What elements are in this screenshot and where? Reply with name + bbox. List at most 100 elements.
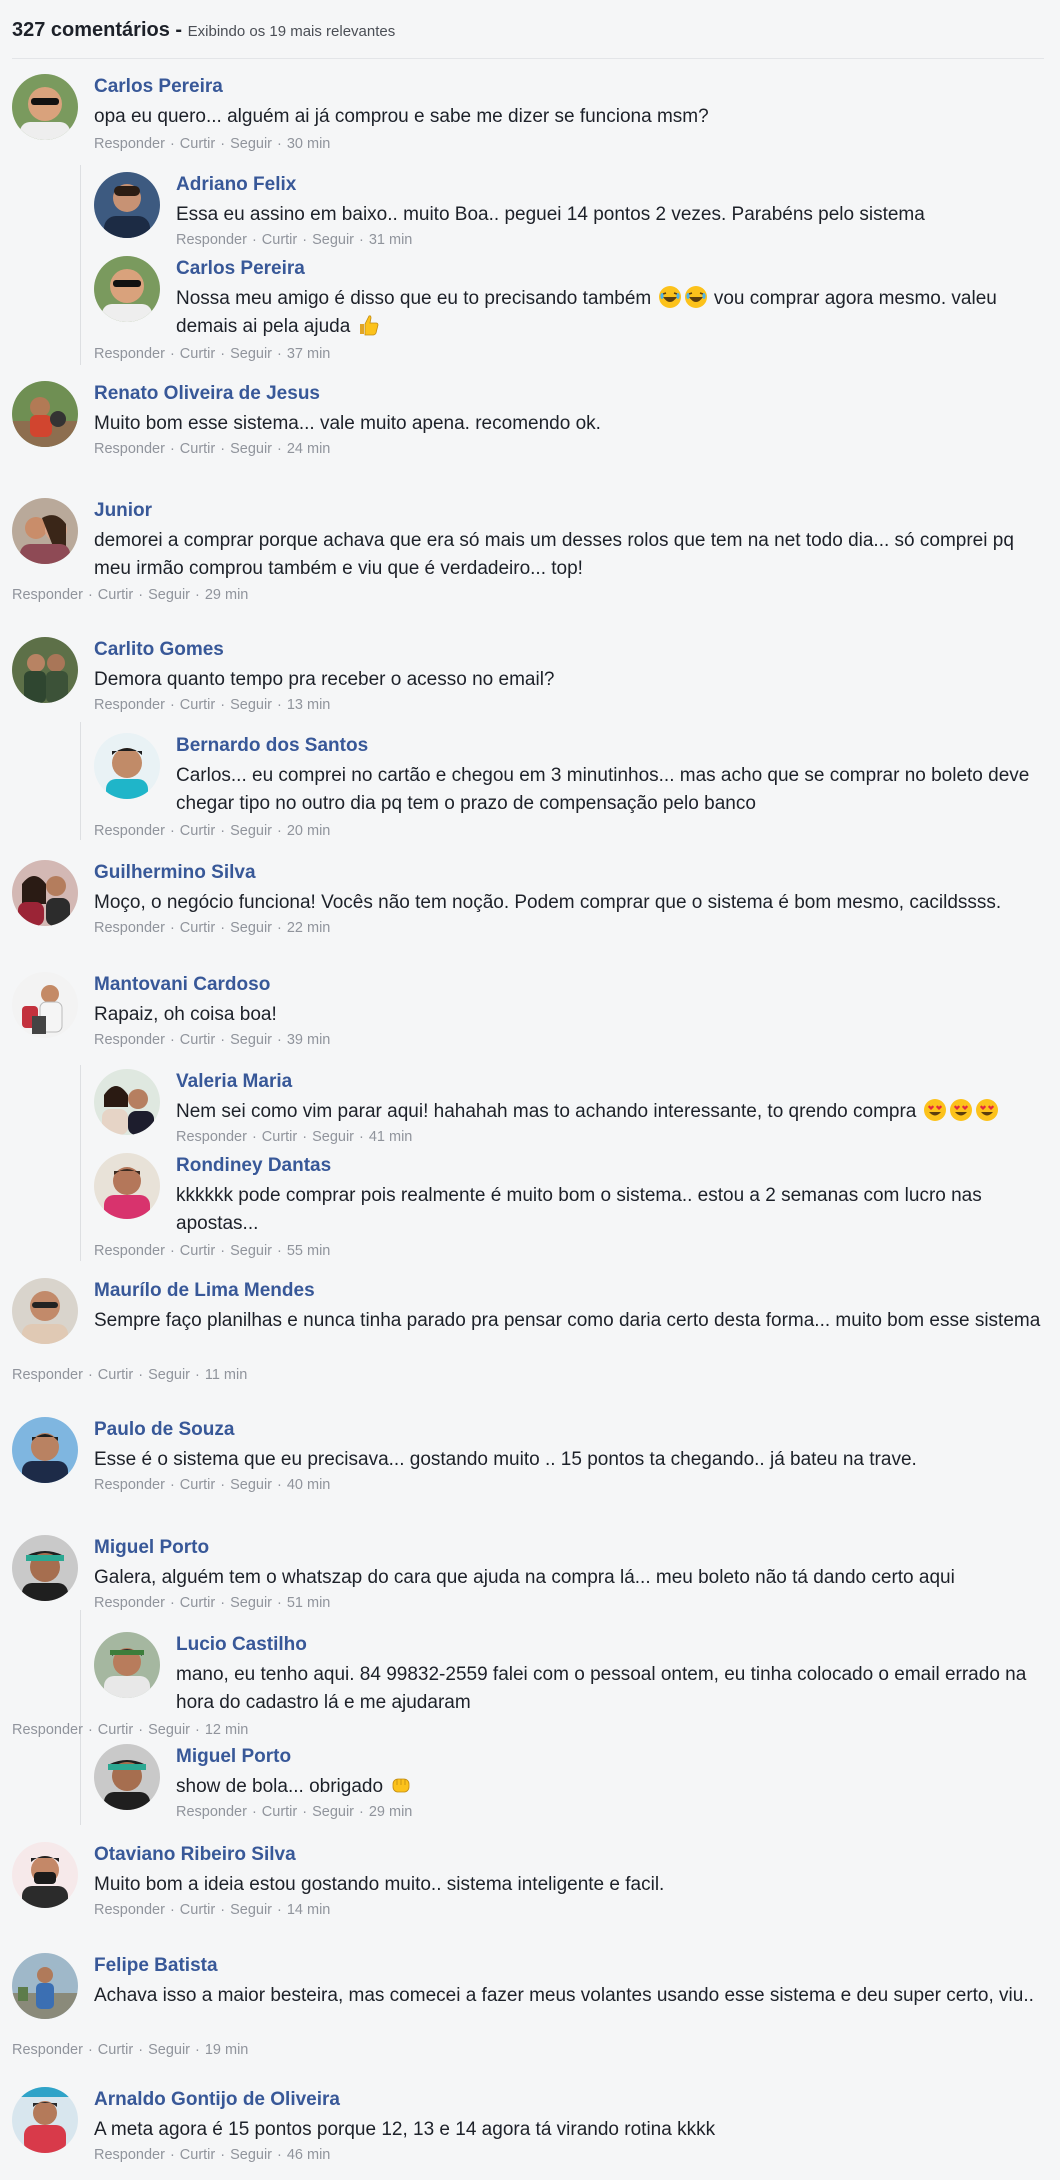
like-link[interactable]: Curtir <box>180 441 215 457</box>
comment-author[interactable]: Arnaldo Gontijo de Oliveira <box>94 2089 340 2111</box>
avatar[interactable] <box>94 733 160 799</box>
follow-link[interactable]: Seguir <box>230 823 272 839</box>
follow-link[interactable]: Seguir <box>230 2147 272 2163</box>
reply-link[interactable]: Responder <box>12 1367 83 1383</box>
comment-author[interactable]: Paulo de Souza <box>94 1419 234 1441</box>
avatar[interactable] <box>12 498 78 564</box>
separator: · <box>277 136 282 152</box>
like-link[interactable]: Curtir <box>180 697 215 713</box>
avatar[interactable] <box>94 1632 160 1698</box>
reply-link[interactable]: Responder <box>176 232 247 248</box>
reply-link[interactable]: Responder <box>176 1804 247 1820</box>
comment-author[interactable]: Rondiney Dantas <box>176 1155 331 1177</box>
like-link[interactable]: Curtir <box>180 346 215 362</box>
avatar[interactable] <box>94 1069 160 1135</box>
comment-author[interactable]: Junior <box>94 500 152 522</box>
reply-link[interactable]: Responder <box>94 697 165 713</box>
separator: · <box>251 1804 257 1820</box>
avatar[interactable] <box>12 74 78 140</box>
reply-link[interactable]: Responder <box>94 136 165 152</box>
like-link[interactable]: Curtir <box>180 823 215 839</box>
separator: · <box>169 823 175 839</box>
avatar[interactable] <box>12 860 78 926</box>
like-link[interactable]: Curtir <box>262 232 297 248</box>
avatar[interactable] <box>12 1535 78 1601</box>
follow-link[interactable]: Seguir <box>148 587 190 603</box>
like-link[interactable]: Curtir <box>180 1032 215 1048</box>
like-link[interactable]: Curtir <box>180 1902 215 1918</box>
avatar[interactable] <box>12 637 78 703</box>
like-link[interactable]: Curtir <box>180 136 215 152</box>
reply-link[interactable]: Responder <box>94 441 165 457</box>
avatar[interactable] <box>12 1278 78 1344</box>
reply-link[interactable]: Responder <box>94 1032 165 1048</box>
like-link[interactable]: Curtir <box>98 1722 133 1738</box>
comment-author[interactable]: Felipe Batista <box>94 1955 218 1977</box>
comment-time: 31 min <box>368 232 413 248</box>
follow-link[interactable]: Seguir <box>230 1477 272 1493</box>
reply-link[interactable]: Responder <box>176 1129 247 1145</box>
follow-link[interactable]: Seguir <box>230 697 272 713</box>
follow-link[interactable]: Seguir <box>230 1032 272 1048</box>
follow-link[interactable]: Seguir <box>312 1129 354 1145</box>
avatar[interactable] <box>12 1842 78 1908</box>
reply-link[interactable]: Responder <box>94 1477 165 1493</box>
follow-link[interactable]: Seguir <box>148 1367 190 1383</box>
comment-author[interactable]: Adriano Felix <box>176 174 296 196</box>
reply-link[interactable]: Responder <box>12 2042 83 2058</box>
like-link[interactable]: Curtir <box>180 1477 215 1493</box>
avatar[interactable] <box>94 1744 160 1810</box>
follow-link[interactable]: Seguir <box>148 1722 190 1738</box>
comment-author[interactable]: Carlos Pereira <box>176 258 305 280</box>
comment-author[interactable]: Miguel Porto <box>94 1537 209 1559</box>
follow-link[interactable]: Seguir <box>312 1804 354 1820</box>
like-link[interactable]: Curtir <box>98 2042 133 2058</box>
comment-author[interactable]: Maurílo de Lima Mendes <box>94 1280 315 1302</box>
reply-link[interactable]: Responder <box>94 346 165 362</box>
reply-link[interactable]: Responder <box>94 920 165 936</box>
reply-link[interactable]: Responder <box>12 1722 83 1738</box>
avatar[interactable] <box>12 1953 78 2019</box>
follow-link[interactable]: Seguir <box>148 2042 190 2058</box>
comment-author[interactable]: Otaviano Ribeiro Silva <box>94 1844 296 1866</box>
comment-author[interactable]: Carlos Pereira <box>94 76 223 98</box>
comment-author[interactable]: Carlito Gomes <box>94 639 224 661</box>
avatar[interactable] <box>94 172 160 238</box>
like-link[interactable]: Curtir <box>262 1129 297 1145</box>
avatar[interactable] <box>94 256 160 322</box>
like-link[interactable]: Curtir <box>180 920 215 936</box>
comment-author[interactable]: Guilhermino Silva <box>94 862 256 884</box>
comment-author[interactable]: Miguel Porto <box>176 1746 291 1768</box>
avatar[interactable] <box>12 381 78 447</box>
follow-link[interactable]: Seguir <box>230 136 272 152</box>
reply-link[interactable]: Responder <box>12 587 83 603</box>
comment-author[interactable]: Lucio Castilho <box>176 1634 307 1656</box>
comment-author[interactable]: Mantovani Cardoso <box>94 974 270 996</box>
avatar[interactable] <box>12 972 78 1038</box>
like-link[interactable]: Curtir <box>98 1367 133 1383</box>
reply-link[interactable]: Responder <box>94 2147 165 2163</box>
reply-link[interactable]: Responder <box>94 1243 165 1259</box>
reply-link[interactable]: Responder <box>94 823 165 839</box>
comment-author[interactable]: Bernardo dos Santos <box>176 735 368 757</box>
follow-link[interactable]: Seguir <box>312 232 354 248</box>
follow-link[interactable]: Seguir <box>230 1595 272 1611</box>
follow-link[interactable]: Seguir <box>230 1902 272 1918</box>
follow-link[interactable]: Seguir <box>230 346 272 362</box>
like-link[interactable]: Curtir <box>180 2147 215 2163</box>
reply-link[interactable]: Responder <box>94 1902 165 1918</box>
avatar[interactable] <box>12 1417 78 1483</box>
like-link[interactable]: Curtir <box>98 587 133 603</box>
like-link[interactable]: Curtir <box>180 1595 215 1611</box>
avatar[interactable] <box>94 1153 160 1219</box>
comment-author[interactable]: Valeria Maria <box>176 1071 292 1093</box>
reply-link[interactable]: Responder <box>94 1595 165 1611</box>
like-link[interactable]: Curtir <box>180 1243 215 1259</box>
avatar[interactable] <box>12 2087 78 2153</box>
separator: · <box>251 232 257 248</box>
follow-link[interactable]: Seguir <box>230 441 272 457</box>
follow-link[interactable]: Seguir <box>230 1243 272 1259</box>
follow-link[interactable]: Seguir <box>230 920 272 936</box>
like-link[interactable]: Curtir <box>262 1804 297 1820</box>
comment-author[interactable]: Renato Oliveira de Jesus <box>94 383 320 405</box>
